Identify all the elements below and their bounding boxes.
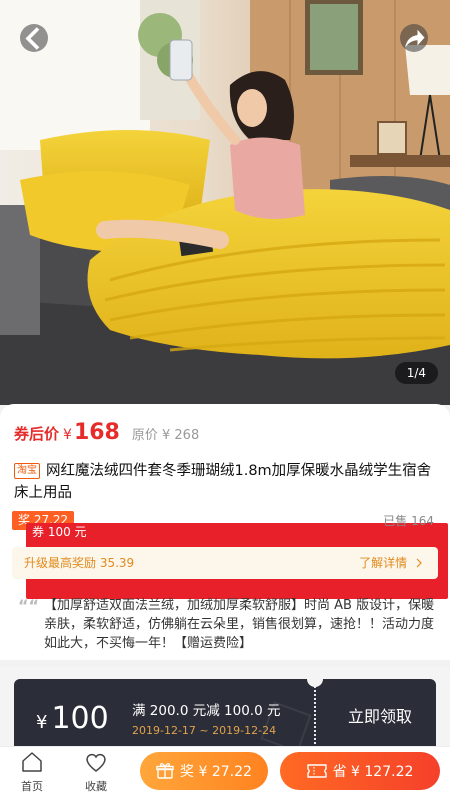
- bedroom-photo: [0, 0, 450, 405]
- coupon-validity: 2019-12-17 ~ 2019-12-24: [132, 724, 277, 737]
- price-currency: ¥: [63, 427, 72, 443]
- product-title-text: 网红魔法绒四件套冬季珊瑚绒1.8m加厚保暖水晶绒学生宿舍床上用品: [14, 463, 432, 501]
- coupon-currency: ¥: [36, 712, 48, 733]
- back-arrow-icon: [25, 26, 40, 50]
- home-nav[interactable]: 首页: [10, 751, 54, 794]
- coupon-divider: [314, 683, 316, 751]
- product-image[interactable]: 1/4: [0, 0, 450, 405]
- claim-coupon-button[interactable]: 立即领取: [324, 679, 436, 755]
- sold-count: 已售 164: [383, 514, 434, 528]
- upgrade-reward-text: 升级最高奖励 35.39: [24, 556, 135, 570]
- save-buy-button[interactable]: 省 ¥ 127.22: [280, 752, 440, 790]
- benefit-chips: 券 100 元 奖 27.22: [12, 511, 448, 599]
- price-row: 券后价 ¥ 168 原价 ¥ 268: [14, 420, 199, 445]
- ticket-icon: [306, 764, 327, 778]
- chevron-right-icon: [416, 558, 422, 568]
- home-icon: [22, 752, 42, 772]
- original-price: 原价 ¥ 268: [131, 428, 200, 443]
- upgrade-reward-banner[interactable]: 升级最高奖励 35.39 了解详情: [12, 547, 438, 579]
- description-text: 【加厚舒适双面法兰绒，加绒加厚柔软舒服】时尚 AB 版设计，保暖亲肤，柔软舒适，…: [44, 598, 435, 651]
- share-button[interactable]: [400, 24, 428, 52]
- favorite-nav[interactable]: 收藏: [74, 751, 118, 794]
- back-button[interactable]: [20, 24, 48, 52]
- learn-more-label: 了解详情: [359, 556, 408, 570]
- learn-more-link[interactable]: 了解详情: [359, 547, 424, 579]
- price-label: 券后价: [14, 425, 60, 443]
- save-button-label: 省 ¥ 127.22: [332, 764, 414, 780]
- bottom-action-bar: 首页 收藏 奖 ¥ 27.22 省 ¥ 127.22: [0, 746, 450, 800]
- share-icon: [405, 29, 425, 47]
- product-title: 淘宝 网红魔法绒四件套冬季珊瑚绒1.8m加厚保暖水晶绒学生宿舍床上用品: [14, 460, 436, 504]
- coupon-value: 100: [51, 701, 109, 736]
- reward-button[interactable]: 奖 ¥ 27.22: [140, 752, 268, 790]
- product-description: ““ 【加厚舒适双面法兰绒，加绒加厚柔软舒服】时尚 AB 版设计，保暖亲肤，柔软…: [14, 596, 436, 653]
- image-counter: 1/4: [394, 362, 438, 384]
- gift-icon: [156, 763, 174, 779]
- coupon-condition: 满 200.0 元减 100.0 元: [132, 703, 281, 719]
- coupon-price: 168: [73, 420, 120, 445]
- quote-mark: ““: [18, 596, 40, 615]
- coupon-notch-top: [307, 679, 323, 687]
- heart-icon: [86, 753, 106, 772]
- product-info-card: 券后价 ¥ 168 原价 ¥ 268 淘宝 网红魔法绒四件套冬季珊瑚绒1.8m加厚…: [0, 404, 450, 660]
- coupon-amount: ¥100: [36, 701, 109, 736]
- favorite-label: 收藏: [85, 780, 107, 793]
- home-label: 首页: [21, 780, 43, 793]
- reward-button-label: 奖 ¥ 27.22: [180, 764, 252, 780]
- coupon-ticket[interactable]: ¥100 满 200.0 元减 100.0 元 2019-12-17 ~ 201…: [14, 679, 436, 755]
- platform-tag: 淘宝: [14, 463, 40, 479]
